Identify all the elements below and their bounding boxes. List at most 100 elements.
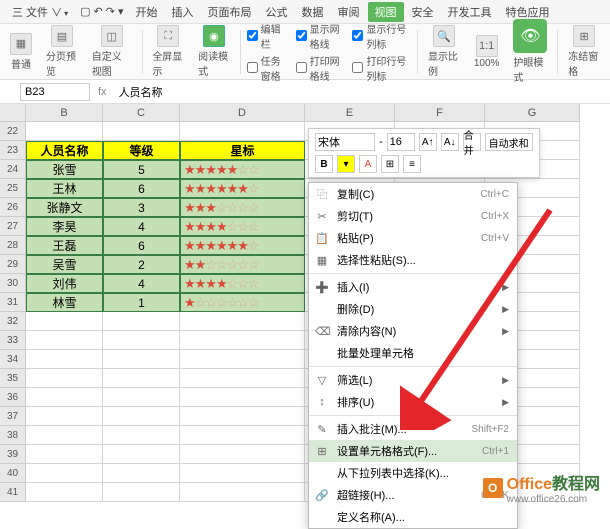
col-header-B[interactable]: B [26, 104, 103, 122]
ctx-删除(D)[interactable]: 删除(D)▶ [309, 298, 517, 320]
cell[interactable] [26, 483, 103, 502]
mini-size-up[interactable]: A↑ [419, 133, 437, 151]
eye-care-button[interactable]: 👁护眼模式 [509, 17, 551, 86]
cell[interactable] [180, 122, 305, 141]
row-col-check[interactable]: 显示行号列标 [352, 21, 411, 51]
row-header-26[interactable]: 26 [0, 198, 26, 217]
mini-size-down[interactable]: A↓ [441, 133, 459, 151]
ctx-粘贴(P)[interactable]: 📋粘贴(P)Ctrl+V [309, 227, 517, 249]
ctx-清除内容(N)[interactable]: ⌫清除内容(N)▶ [309, 320, 517, 342]
row-header-28[interactable]: 28 [0, 236, 26, 255]
cell[interactable] [26, 122, 103, 141]
mini-border[interactable]: ⊞ [381, 155, 399, 173]
row-header-23[interactable]: 23 [0, 141, 26, 160]
ctx-筛选(L)[interactable]: ▽筛选(L)▶ [309, 369, 517, 391]
cell[interactable]: 李昊 [26, 217, 103, 236]
ctx-剪切(T)[interactable]: ✂剪切(T)Ctrl+X [309, 205, 517, 227]
fx-icon[interactable]: fx [90, 86, 115, 98]
cell[interactable] [103, 331, 180, 350]
tab-审阅[interactable]: 审阅 [332, 2, 366, 22]
normal-view-button[interactable]: ▦普通 [6, 31, 36, 73]
cell[interactable]: 星标 [180, 141, 305, 160]
read-mode-button[interactable]: ◉阅读模式 [194, 23, 234, 80]
cell[interactable] [180, 388, 305, 407]
save-icon[interactable]: ▢ [80, 5, 90, 18]
col-header-E[interactable]: E [305, 104, 395, 122]
row-header-22[interactable]: 22 [0, 122, 26, 141]
tab-公式[interactable]: 公式 [260, 2, 294, 22]
tab-开发工具[interactable]: 开发工具 [442, 2, 498, 22]
mini-align[interactable]: ≡ [403, 155, 421, 173]
cell[interactable] [180, 350, 305, 369]
cell[interactable]: 6 [103, 236, 180, 255]
cell[interactable] [26, 369, 103, 388]
row-header-35[interactable]: 35 [0, 369, 26, 388]
col-header-C[interactable]: C [103, 104, 180, 122]
cell[interactable]: 4 [103, 217, 180, 236]
cell[interactable] [180, 331, 305, 350]
row-header-41[interactable]: 41 [0, 483, 26, 502]
file-menu[interactable]: 三 文件 ∨ [6, 2, 74, 22]
mini-bold[interactable]: B [315, 155, 333, 173]
cell[interactable] [180, 483, 305, 502]
name-box[interactable]: B23 [20, 83, 90, 101]
cell[interactable] [180, 312, 305, 331]
cell[interactable]: 3 [103, 198, 180, 217]
cell[interactable] [103, 122, 180, 141]
cell[interactable]: ★★☆☆☆☆☆ [180, 255, 305, 274]
mini-autosum[interactable]: 自动求和 [485, 133, 533, 151]
ctx-排序(U)[interactable]: ↕排序(U)▶ [309, 391, 517, 413]
row-header-34[interactable]: 34 [0, 350, 26, 369]
mini-font-color[interactable]: A [359, 155, 377, 173]
cell[interactable]: 1 [103, 293, 180, 312]
cell[interactable] [103, 483, 180, 502]
gridlines-check[interactable]: 显示网格线 [296, 21, 347, 51]
cell[interactable]: 4 [103, 274, 180, 293]
cell[interactable] [103, 426, 180, 445]
ctx-复制(C)[interactable]: ⿻复制(C)Ctrl+C [309, 183, 517, 205]
cell[interactable]: 6 [103, 179, 180, 198]
cell[interactable] [103, 464, 180, 483]
tab-页面布局[interactable]: 页面布局 [202, 2, 258, 22]
ctx-设置单元格格式(F)...[interactable]: ⊞设置单元格格式(F)...Ctrl+1 [309, 440, 517, 462]
cell[interactable] [180, 464, 305, 483]
task-pane-check[interactable]: 任务窗格 [247, 53, 290, 83]
cell[interactable] [103, 312, 180, 331]
custom-view-button[interactable]: ◫自定义视图 [88, 23, 136, 80]
cell[interactable] [26, 426, 103, 445]
print-row-col-check[interactable]: 打印行号列标 [352, 53, 411, 83]
cell[interactable] [26, 445, 103, 464]
cell[interactable]: ★★★★☆☆☆ [180, 217, 305, 236]
row-header-29[interactable]: 29 [0, 255, 26, 274]
cell[interactable]: 人员名称 [26, 141, 103, 160]
zoom-button[interactable]: 🔍显示比例 [424, 23, 464, 80]
tab-数据[interactable]: 数据 [296, 2, 330, 22]
cell[interactable] [103, 445, 180, 464]
cell[interactable]: ★☆☆☆☆☆☆ [180, 293, 305, 312]
freeze-panes-button[interactable]: ⊞冻结窗格 [564, 23, 604, 80]
cell[interactable] [26, 350, 103, 369]
row-header-33[interactable]: 33 [0, 331, 26, 350]
cell[interactable]: 张雪 [26, 160, 103, 179]
cell[interactable]: 2 [103, 255, 180, 274]
cell[interactable]: 等级 [103, 141, 180, 160]
row-header-32[interactable]: 32 [0, 312, 26, 331]
ctx-选择性粘贴(S)...[interactable]: ▦选择性粘贴(S)... [309, 249, 517, 271]
ctx-插入(I)[interactable]: ➕插入(I)▶ [309, 276, 517, 298]
row-header-24[interactable]: 24 [0, 160, 26, 179]
row-header-38[interactable]: 38 [0, 426, 26, 445]
cell[interactable] [180, 369, 305, 388]
print-gridlines-check[interactable]: 打印网格线 [296, 53, 347, 83]
cell[interactable]: ★★★☆☆☆☆ [180, 198, 305, 217]
mini-font[interactable] [315, 133, 375, 151]
cell[interactable]: 林雪 [26, 293, 103, 312]
row-header-39[interactable]: 39 [0, 445, 26, 464]
cell[interactable]: 刘伟 [26, 274, 103, 293]
cell[interactable]: ★★★★★★☆ [180, 179, 305, 198]
formula-bar-check[interactable]: 编辑栏 [247, 21, 290, 51]
cell[interactable]: 王林 [26, 179, 103, 198]
col-header-D[interactable]: D [180, 104, 305, 122]
cell[interactable]: ★★★★★☆☆ [180, 160, 305, 179]
tab-视图[interactable]: 视图 [368, 2, 404, 22]
cell[interactable] [180, 426, 305, 445]
